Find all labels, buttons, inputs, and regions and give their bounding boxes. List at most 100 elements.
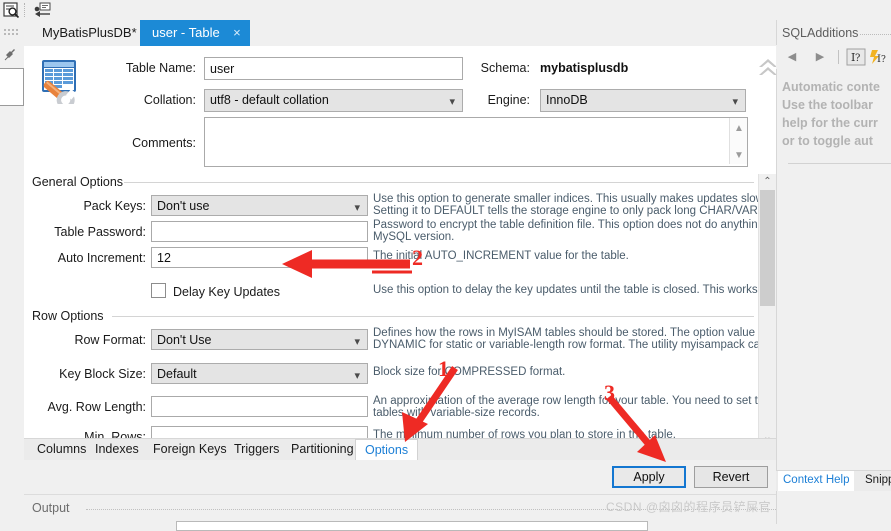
tab-triggers[interactable]: Triggers: [225, 439, 288, 461]
row-options-title: Row Options: [28, 309, 108, 323]
left-rail: [0, 20, 24, 524]
engine-label: Engine:: [487, 93, 530, 107]
editor-tab-strip: MyBatisPlusDB* user - Table ×: [24, 20, 776, 47]
sql-additions-toolbar: ◀ ▶ I ? I ?: [776, 45, 891, 69]
group-divider: [112, 316, 754, 317]
table-header-form: Table Name: Schema: mybatisplusdb Collat…: [24, 46, 777, 174]
tab-label: Columns: [37, 442, 87, 456]
auto-increment-input[interactable]: [151, 247, 368, 268]
table-name-label: Table Name:: [125, 61, 196, 75]
options-vertical-scrollbar[interactable]: ⌃ ⌄: [758, 174, 776, 446]
group-divider: [124, 182, 754, 183]
schema-value: mybatisplusdb: [540, 61, 629, 75]
hint-line-1: Automatic conte: [782, 80, 880, 94]
hint-divider: [788, 163, 891, 164]
scrollbar-thumb[interactable]: [760, 190, 775, 306]
pin-icon[interactable]: [4, 48, 16, 61]
output-title: Output: [32, 501, 70, 515]
hint-line-4: or to toggle aut: [782, 134, 873, 148]
dock-title-divider: [860, 34, 891, 36]
chevron-down-icon: ▾: [732, 96, 738, 108]
row-format-desc-line2: DYNAMIC for static or variable-length ro…: [373, 339, 776, 351]
key-block-size-label: Key Block Size:: [59, 367, 146, 381]
table-password-label: Table Password:: [54, 225, 146, 239]
hint-line-3: help for the curr: [782, 116, 878, 130]
toolbar-separator: [24, 3, 26, 17]
avg-row-length-desc-line2: tables with variable-size records.: [373, 407, 540, 419]
table-password-desc-line2: MySQL version.: [373, 231, 455, 243]
tab-snippets[interactable]: Snipp: [860, 471, 891, 491]
arrow-left-icon[interactable]: ◀: [784, 49, 800, 65]
annotation-number-1: 1: [438, 356, 449, 381]
revert-button[interactable]: Revert: [694, 466, 768, 488]
tab-label: user - Table: [152, 25, 220, 40]
pack-keys-value: Don't use: [157, 199, 210, 213]
scroll-up-icon[interactable]: ⌃: [759, 174, 776, 190]
delay-key-updates-checkbox[interactable]: Delay Key Updates: [151, 283, 280, 299]
auto-context-help-icon[interactable]: I ?: [869, 48, 889, 66]
arrow-right-icon[interactable]: ▶: [812, 49, 828, 65]
comments-scrollbar[interactable]: ▲ ▼: [729, 118, 747, 164]
rail-grip-dots: [4, 26, 20, 35]
tab-foreign-keys[interactable]: Foreign Keys: [144, 439, 236, 461]
output-field[interactable]: [176, 521, 648, 531]
tab-partitioning[interactable]: Partitioning: [282, 439, 363, 461]
chevron-down-icon: ▾: [354, 370, 360, 382]
key-block-size-desc-line1: Block size for COMPRESSED format.: [373, 366, 566, 378]
key-block-size-select[interactable]: Default ▾: [151, 363, 368, 384]
comments-textarea[interactable]: ▲ ▼: [204, 117, 748, 167]
options-scroll-area: General Options Pack Keys: Don't use ▾ U…: [24, 174, 776, 446]
sql-additions-title: SQLAdditions: [782, 26, 859, 40]
tab-label: Options: [365, 443, 409, 457]
tab-label: Snipp: [865, 474, 891, 486]
tab-mybatisplusdb[interactable]: MyBatisPlusDB*: [30, 20, 149, 46]
tab-label: Partitioning: [291, 442, 354, 456]
close-icon[interactable]: ×: [233, 20, 241, 46]
tab-label: Foreign Keys: [153, 442, 227, 456]
tab-label: Triggers: [234, 442, 280, 456]
apply-button[interactable]: Apply: [612, 466, 686, 488]
comments-label: Comments:: [132, 136, 196, 150]
tab-label: Context Help: [783, 474, 850, 486]
auto-increment-label: Auto Increment:: [57, 251, 146, 265]
editor-bottom-tabs: Columns Indexes Foreign Keys Triggers Pa…: [24, 438, 776, 462]
sql-execute-icon[interactable]: [33, 2, 51, 18]
tab-options[interactable]: Options: [355, 439, 419, 462]
checkbox-box[interactable]: [151, 283, 166, 298]
annotation-number-2: 2: [412, 245, 423, 270]
delay-key-updates-desc-line1: Use this option to delay the key updates…: [373, 284, 776, 296]
editor-action-bar: Apply Revert: [24, 460, 776, 494]
general-options-title: General Options: [28, 175, 128, 189]
dock-bottom-tabs: Context Help Snipp: [776, 470, 891, 491]
tab-indexes[interactable]: Indexes: [86, 439, 148, 461]
rail-panel-stub: [0, 68, 24, 106]
main-toolbar: [0, 0, 891, 20]
collation-value: utf8 - default collation: [210, 93, 329, 107]
row-format-select[interactable]: Don't Use ▾: [151, 329, 368, 350]
pack-keys-select[interactable]: Don't use ▾: [151, 195, 368, 216]
chevron-down-icon: ▾: [354, 202, 360, 214]
scroll-down-icon[interactable]: ▼: [734, 150, 744, 161]
table-wrench-icon: [38, 56, 90, 110]
table-password-input[interactable]: [151, 221, 368, 242]
sql-additions-hint: Automatic conte Use the toolbar help for…: [776, 72, 891, 172]
find-icon[interactable]: [3, 2, 20, 19]
schema-label: Schema:: [480, 61, 530, 75]
tab-context-help[interactable]: Context Help: [778, 471, 855, 491]
table-name-input[interactable]: [204, 57, 463, 80]
engine-value: InnoDB: [546, 93, 588, 107]
chevron-down-icon: ▾: [354, 336, 360, 348]
scroll-up-icon[interactable]: ▲: [734, 123, 744, 134]
collation-select[interactable]: utf8 - default collation ▾: [204, 89, 463, 112]
context-help-icon[interactable]: I ?: [846, 48, 866, 66]
csdn-watermark: CSDN @囟囟的程序员铲屎官: [606, 500, 772, 514]
tab-label: Indexes: [95, 442, 139, 456]
hint-line-2: Use the toolbar: [782, 98, 873, 112]
svg-text:?: ?: [855, 53, 860, 64]
tab-user-table[interactable]: user - Table ×: [140, 20, 250, 46]
pack-keys-label: Pack Keys:: [83, 199, 146, 213]
annotation-number-3: 3: [604, 380, 615, 405]
delay-key-updates-label: Delay Key Updates: [173, 285, 281, 299]
engine-select[interactable]: InnoDB ▾: [540, 89, 746, 112]
avg-row-length-input[interactable]: [151, 396, 368, 417]
